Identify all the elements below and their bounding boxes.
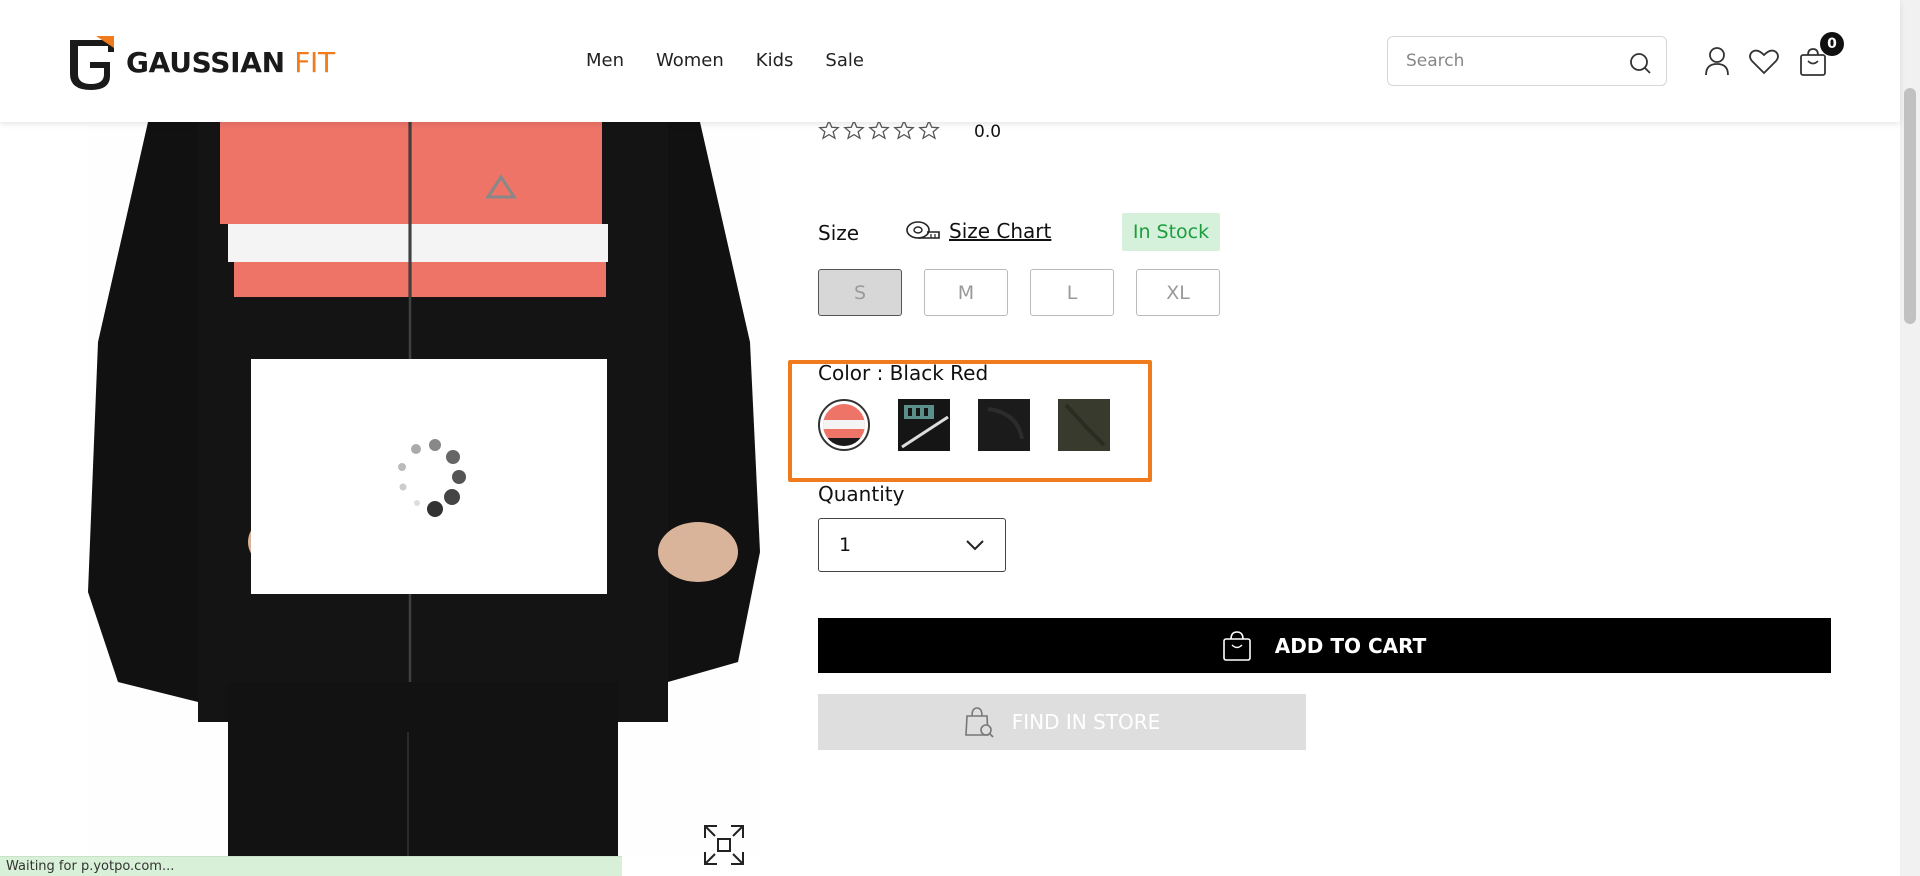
search-icon[interactable] <box>1628 51 1652 75</box>
size-option-xl[interactable]: XL <box>1136 269 1220 316</box>
size-label: Size <box>818 221 860 245</box>
star-icon <box>918 119 940 140</box>
browser-status-bar: Waiting for p.yotpo.com... <box>0 856 622 876</box>
color-swatch-black-red[interactable] <box>818 399 870 451</box>
star-icon <box>893 119 915 140</box>
swatch-image <box>978 399 1030 451</box>
color-swatches <box>818 399 1110 451</box>
measuring-tape-icon <box>906 221 940 239</box>
color-swatch-black[interactable] <box>978 399 1030 451</box>
size-chart-label: Size Chart <box>949 219 1052 243</box>
nav-women[interactable]: Women <box>656 50 724 71</box>
site-header: GAUSSIAN FIT Men Women Kids Sale 0 <box>0 0 1900 122</box>
rating-value: 0.0 <box>974 122 1002 142</box>
logo-brand: GAUSSIAN <box>126 45 285 79</box>
loading-spinner-icon <box>398 439 466 517</box>
size-chart-link[interactable]: Size Chart <box>905 219 1051 243</box>
logo-text: GAUSSIAN FIT <box>126 46 335 79</box>
star-icon <box>818 119 840 140</box>
brand-logo[interactable]: GAUSSIAN FIT <box>66 34 335 90</box>
main-nav: Men Women Kids Sale <box>586 50 864 71</box>
rating-stars[interactable] <box>818 119 940 141</box>
search-input[interactable] <box>1406 51 1606 71</box>
search-box <box>1387 36 1667 86</box>
quantity-value: 1 <box>839 534 852 556</box>
scrollbar-thumb[interactable] <box>1904 88 1916 324</box>
color-swatch-olive[interactable] <box>1058 399 1110 451</box>
add-to-cart-button[interactable]: ADD TO CART <box>818 618 1831 673</box>
account-icon[interactable] <box>1704 46 1730 76</box>
add-to-cart-label: ADD TO CART <box>1274 633 1427 658</box>
loading-overlay <box>251 359 607 594</box>
find-in-store-label: FIND IN STORE <box>1011 710 1161 734</box>
quantity-label: Quantity <box>818 482 905 506</box>
shopping-bag-icon <box>1222 630 1251 661</box>
swatch-image <box>823 404 865 446</box>
nav-kids[interactable]: Kids <box>756 50 794 71</box>
fullscreen-expand-icon[interactable] <box>703 824 745 866</box>
size-options: S M L XL <box>818 269 1220 316</box>
swatch-image <box>1058 399 1110 451</box>
find-in-store-button[interactable]: FIND IN STORE <box>818 694 1306 750</box>
nav-sale[interactable]: Sale <box>825 50 864 71</box>
size-option-s[interactable]: S <box>818 269 902 316</box>
star-icon <box>868 119 890 140</box>
nav-men[interactable]: Men <box>586 50 624 71</box>
color-label: Color : Black Red <box>818 361 989 385</box>
store-bag-icon <box>964 707 994 738</box>
cart-count-badge: 0 <box>1820 32 1844 56</box>
size-option-m[interactable]: M <box>924 269 1008 316</box>
logo-accent: FIT <box>294 45 335 79</box>
logo-icon <box>70 36 114 90</box>
wishlist-heart-icon[interactable] <box>1749 49 1779 75</box>
chevron-down-icon <box>966 540 984 551</box>
size-option-l[interactable]: L <box>1030 269 1114 316</box>
swatch-image <box>898 399 950 451</box>
star-icon <box>843 119 865 140</box>
color-swatch-black-teal[interactable] <box>898 399 950 451</box>
stock-status-badge: In Stock <box>1122 213 1220 251</box>
quantity-select[interactable]: 1 <box>818 518 1006 572</box>
